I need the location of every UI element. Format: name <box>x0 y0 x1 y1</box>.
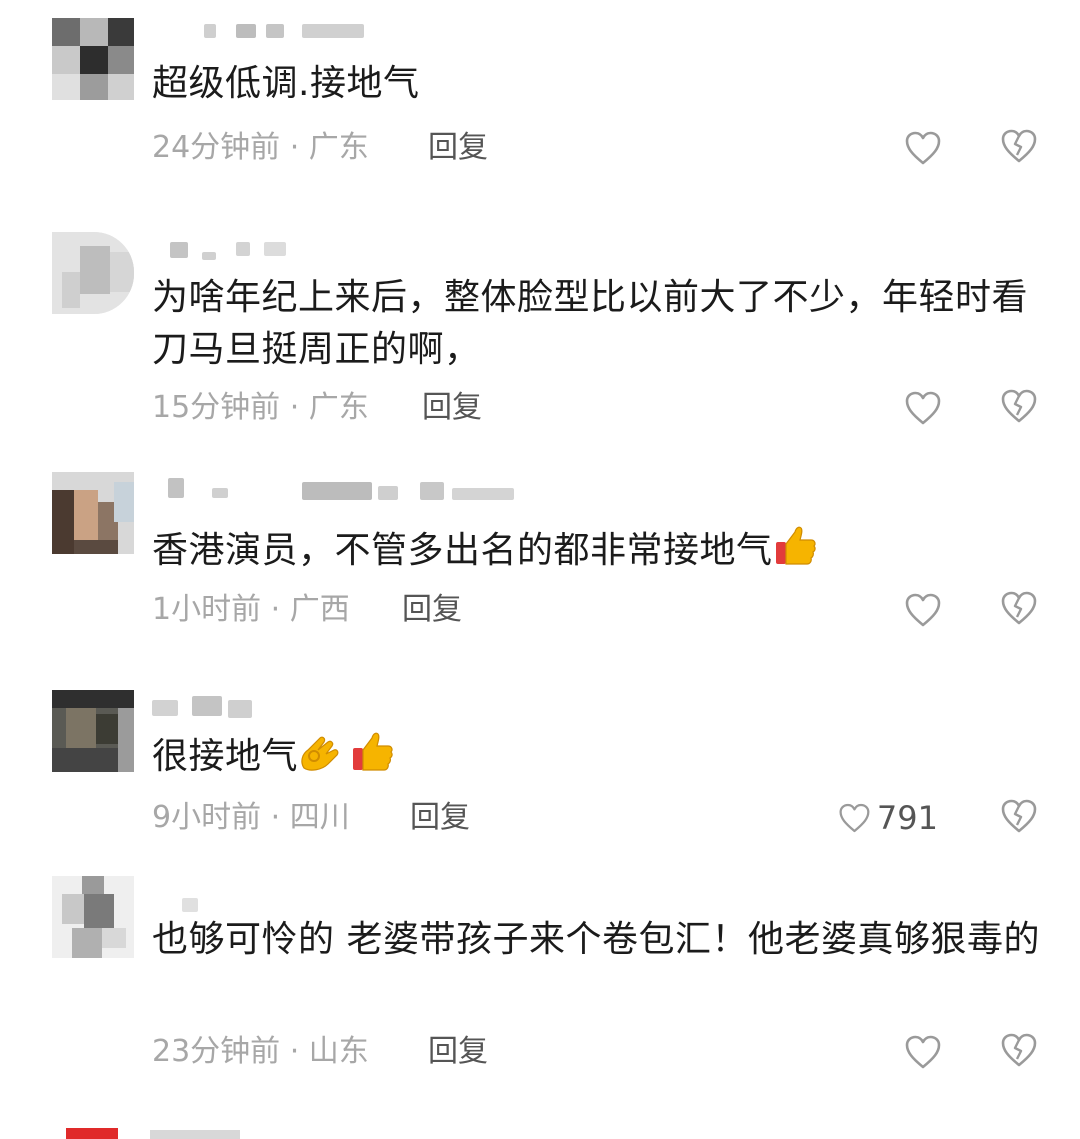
broken-heart-icon <box>1001 389 1037 423</box>
dislike-button[interactable] <box>1000 590 1040 630</box>
reply-button[interactable]: 回复 <box>428 128 488 168</box>
comment-text-content: 很接地气 <box>152 736 299 777</box>
dislike-button[interactable] <box>1000 798 1040 838</box>
comment-location: 广东 <box>308 390 369 425</box>
reply-button[interactable]: 回复 <box>410 798 470 838</box>
broken-heart-icon <box>1001 1033 1037 1067</box>
broken-heart-icon <box>1001 799 1037 833</box>
comment-text: 香港演员，不管多出名的都非常接地气 <box>152 522 1052 577</box>
comment-meta: 23分钟前 · 山东 <box>152 1032 369 1072</box>
like-button[interactable] <box>838 590 948 630</box>
comment-meta: 15分钟前 · 广东 <box>152 388 369 428</box>
comment-location: 广西 <box>289 592 350 627</box>
heart-outline-icon <box>905 1035 941 1069</box>
meta-separator: · <box>261 800 290 835</box>
comment-time: 15分钟前 <box>152 390 281 425</box>
heart-outline-icon <box>905 131 941 165</box>
comment-meta: 9小时前 · 四川 <box>152 798 350 838</box>
thumbs-up-emoji <box>353 732 393 771</box>
reply-button[interactable]: 回复 <box>428 1032 488 1072</box>
avatar[interactable] <box>52 690 134 772</box>
broken-heart-icon <box>1001 129 1037 163</box>
heart-outline-icon <box>839 803 870 833</box>
comment-meta: 24分钟前 · 广东 <box>152 128 369 168</box>
comment-text: 很接地气 <box>152 728 1052 783</box>
comment-time: 24分钟前 <box>152 130 281 165</box>
comment-text: 超级低调.接地气 <box>152 63 420 104</box>
username-blurred[interactable] <box>152 238 552 260</box>
reply-button[interactable]: 回复 <box>402 590 462 630</box>
heart-outline-icon <box>905 391 941 425</box>
comment-location: 广东 <box>308 130 369 165</box>
like-button[interactable] <box>838 388 948 428</box>
comment-text-content: 香港演员，不管多出名的都非常接地气 <box>152 530 773 571</box>
username-blurred[interactable] <box>152 882 552 912</box>
avatar[interactable] <box>52 232 134 314</box>
comment-time: 23分钟前 <box>152 1034 281 1069</box>
meta-separator: · <box>280 390 309 425</box>
username-blurred[interactable] <box>152 24 552 46</box>
username-blurred[interactable] <box>152 696 552 718</box>
comment-text: 也够可怜的 老婆带孩子来个卷包汇！他老婆真够狠毒的 <box>152 919 1040 960</box>
reply-button[interactable]: 回复 <box>422 388 482 428</box>
like-button[interactable] <box>838 128 948 168</box>
dislike-button[interactable] <box>1000 1032 1040 1072</box>
username-blurred[interactable] <box>150 1130 240 1139</box>
avatar[interactable] <box>52 876 134 958</box>
like-button[interactable] <box>838 1032 948 1072</box>
thumbs-up-emoji <box>775 526 816 565</box>
dislike-button[interactable] <box>1000 388 1040 428</box>
username-blurred[interactable] <box>152 478 552 500</box>
comment-text: 为啥年纪上来后，整体脸型比以前大了不少，年轻时看刀马旦挺周正的啊， <box>152 277 1029 370</box>
dislike-button[interactable] <box>1000 128 1040 168</box>
comment-location: 山东 <box>308 1034 369 1069</box>
comment-location: 四川 <box>289 800 350 835</box>
heart-outline-icon <box>905 593 941 627</box>
ok-hand-emoji <box>301 736 339 771</box>
meta-separator: · <box>280 1034 309 1069</box>
meta-separator: · <box>261 592 290 627</box>
avatar[interactable] <box>66 1128 118 1139</box>
comment-meta: 1小时前 · 广西 <box>152 590 350 630</box>
comment-time: 9小时前 <box>152 800 262 835</box>
meta-separator: · <box>280 130 309 165</box>
like-button[interactable]: 791 <box>838 798 938 838</box>
broken-heart-icon <box>1001 591 1037 625</box>
avatar[interactable] <box>52 472 134 554</box>
comment-time: 1小时前 <box>152 592 262 627</box>
avatar[interactable] <box>52 18 134 100</box>
like-count: 791 <box>876 799 938 837</box>
